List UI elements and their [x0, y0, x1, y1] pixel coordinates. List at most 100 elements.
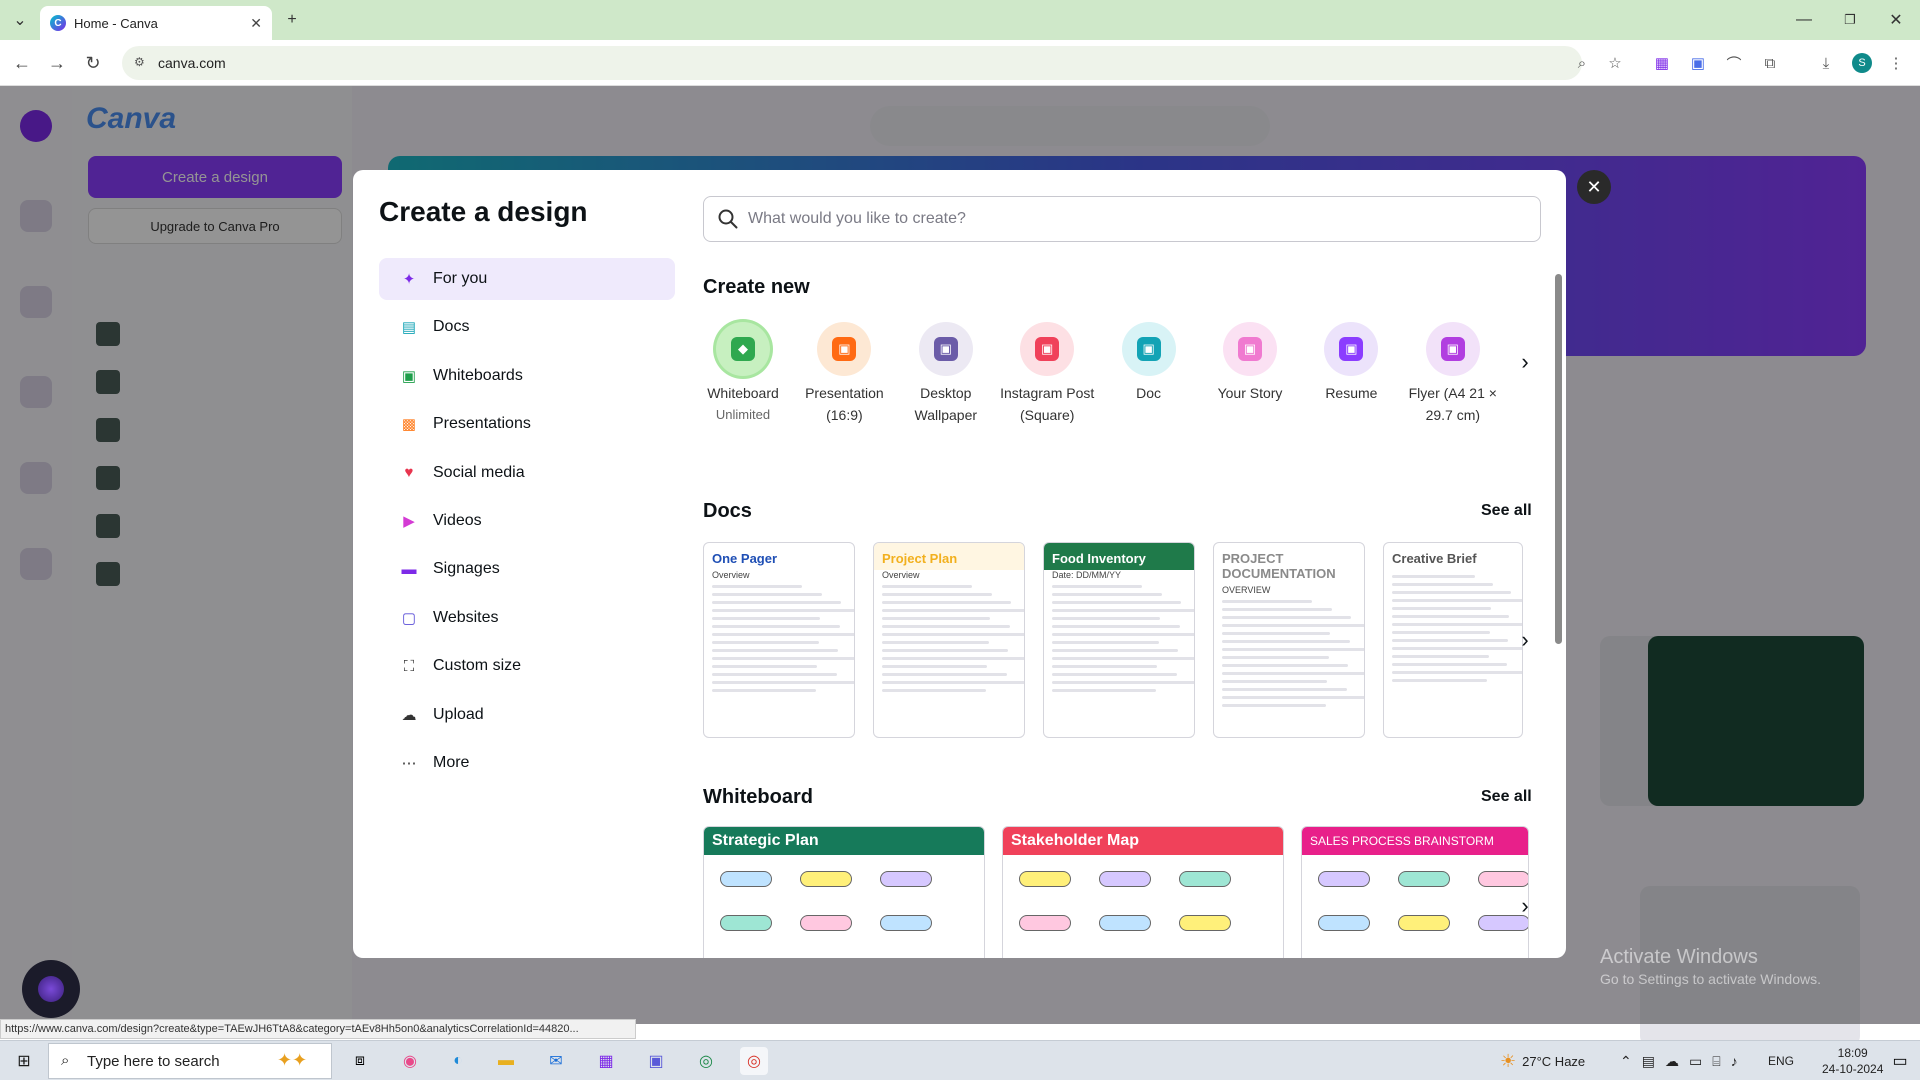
task-view-icon[interactable]: ⧈ [346, 1047, 374, 1075]
site-info-icon[interactable]: ⚙ [134, 55, 145, 69]
tray-device-icon[interactable]: ▭ [1689, 1053, 1702, 1070]
more-icon: ⋯ [401, 755, 417, 772]
chrome-icon[interactable]: ◎ [692, 1047, 720, 1075]
close-modal-button[interactable]: ✕ [1577, 170, 1611, 204]
extension-trello-icon[interactable]: ▦ [1650, 51, 1674, 75]
whiteboard-see-all-link[interactable]: See all [1481, 788, 1532, 806]
status-url-bubble: https://www.canva.com/design?create&type… [0, 1019, 636, 1039]
create-design-modal: Create a design ✦ For you ▤ Docs ▣ Whiteboard… [353, 170, 1566, 958]
extension-arc-icon[interactable]: ⌒ [1722, 51, 1746, 75]
whiteboard-template-card[interactable]: SALES PROCESS BRAINSTORM [1301, 826, 1529, 958]
reload-icon[interactable]: ↻ [81, 51, 105, 75]
mail-icon[interactable]: ✉ [542, 1047, 570, 1075]
category-docs[interactable]: ▤ Docs [379, 306, 675, 348]
restore-icon[interactable]: ❐ [1838, 8, 1862, 32]
create-new-item[interactable]: ▣ Flyer (A4 21 × 29.7 cm) [1403, 322, 1503, 426]
notifications-icon[interactable]: ▭ [1886, 1047, 1914, 1075]
watermark-line1: Activate Windows [1600, 946, 1758, 968]
doc-template-title: One Pager [712, 551, 778, 566]
taskbar-search-input[interactable]: ⌕ Type here to search ✦✦ [48, 1043, 332, 1079]
create-new-next-arrow-icon[interactable]: › [1511, 348, 1539, 376]
modal-title: Create a design [379, 196, 588, 227]
doc-template-title: PROJECT DOCUMENTATION [1222, 551, 1336, 581]
close-window-icon[interactable]: ✕ [1884, 8, 1908, 32]
chrome-active-icon[interactable]: ◎ [740, 1047, 768, 1075]
create-new-item[interactable]: ▣ Desktop Wallpaper [896, 322, 996, 426]
docs-see-all-link[interactable]: See all [1481, 502, 1532, 520]
back-icon[interactable]: ← [10, 51, 34, 75]
doc-template-card[interactable]: Project Plan Overview [873, 542, 1025, 738]
minimize-icon[interactable]: — [1792, 8, 1816, 32]
category-more[interactable]: ⋯ More [379, 742, 675, 784]
tray-app-icon[interactable]: ▤ [1642, 1053, 1655, 1070]
clock[interactable]: 18:09 24-10-2024 [1822, 1041, 1883, 1081]
clock-time: 18:09 [1837, 1046, 1868, 1060]
zoom-icon[interactable]: ⌕ [1570, 51, 1594, 75]
category-upload[interactable]: ☁ Upload [379, 694, 675, 736]
download-icon[interactable]: ⤓ [1814, 51, 1838, 75]
extension-doc-icon[interactable]: ▣ [1686, 51, 1710, 75]
url-omnibox[interactable]: ⚙ canva.com [122, 46, 1582, 80]
copilot-app-icon[interactable]: ◉ [396, 1047, 424, 1075]
create-new-item[interactable]: ▣ Instagram Post (Square) [997, 322, 1097, 426]
category-presentations[interactable]: ▩ Presentations [379, 403, 675, 445]
heart-icon: ♥ [404, 464, 414, 482]
new-tab-icon[interactable]: + [280, 8, 304, 32]
create-new-item[interactable]: ▣ Doc [1099, 322, 1199, 404]
modal-scrollbar[interactable] [1555, 274, 1562, 644]
browser-tab-bar: ⌄ C Home - Canva ✕ + — ❐ ✕ [0, 0, 1920, 40]
extensions-puzzle-icon[interactable]: ⧉ [1758, 51, 1782, 75]
category-for-you[interactable]: ✦ For you [379, 258, 675, 300]
category-videos[interactable]: ▶ Videos [379, 500, 675, 542]
create-new-label: Flyer (A4 21 × 29.7 cm) [1408, 385, 1497, 423]
tab-close-icon[interactable]: ✕ [250, 15, 262, 32]
windows-start-icon[interactable]: ⊞ [10, 1047, 38, 1075]
bookmark-star-icon[interactable]: ☆ [1603, 51, 1627, 75]
docs-next-arrow-icon[interactable]: › [1511, 626, 1539, 654]
doc-template-card[interactable]: One Pager Overview [703, 542, 855, 738]
category-websites[interactable]: ▢ Websites [379, 597, 675, 639]
create-new-item[interactable]: ▣ Resume [1301, 322, 1401, 404]
category-label: Presentations [433, 415, 531, 433]
tray-chevron-icon[interactable]: ⌃ [1620, 1053, 1632, 1070]
system-tray: ⌃ ▤ ☁ ▭ ⌸ ♪ [1620, 1041, 1738, 1081]
create-new-item[interactable]: ◆ Whiteboard Unlimited [693, 322, 793, 426]
assistant-orb-icon[interactable] [22, 960, 80, 1018]
category-whiteboards[interactable]: ▣ Whiteboards [379, 355, 675, 397]
volume-icon[interactable]: ♪ [1731, 1053, 1738, 1069]
profile-avatar[interactable]: S [1850, 51, 1874, 75]
doc-template-card[interactable]: Food Inventory Date: DD/MM/YY [1043, 542, 1195, 738]
whiteboard-template-title: Strategic Plan [704, 827, 984, 855]
category-custom-size[interactable]: ⛶ Custom size [379, 645, 675, 687]
weather-widget[interactable]: ☀ 27°C Haze [1500, 1041, 1585, 1081]
create-new-item[interactable]: ▣ Your Story [1200, 322, 1300, 404]
category-social-media[interactable]: ♥ Social media [379, 452, 675, 494]
language-indicator[interactable]: ENG [1768, 1041, 1794, 1081]
windows-taskbar: ⊞ ⌕ Type here to search ✦✦ ⧈ ◉ ◐ ▬ ✉ ▦ ▣… [0, 1040, 1920, 1080]
doc-template-card[interactable]: Creative Brief [1383, 542, 1523, 738]
whiteboard-next-arrow-icon[interactable]: › [1511, 892, 1539, 920]
tab-title: Home - Canva [74, 15, 158, 31]
edge-icon[interactable]: ◐ [444, 1047, 472, 1075]
whiteboard-template-card[interactable]: Strategic Plan [703, 826, 985, 958]
create-new-item[interactable]: ▣ Presentation (16:9) [794, 322, 894, 426]
teams-icon[interactable]: ▣ [642, 1047, 670, 1075]
doc-template-sub: Date: DD/MM/YY [1052, 570, 1122, 580]
forward-icon[interactable]: → [45, 51, 69, 75]
file-explorer-icon[interactable]: ▬ [492, 1047, 520, 1075]
tab-search-icon[interactable]: ⌄ [8, 8, 32, 32]
category-label: Signages [433, 560, 500, 578]
browser-tab-home[interactable]: C Home - Canva ✕ [40, 6, 272, 40]
doc-template-card[interactable]: PROJECT DOCUMENTATION OVERVIEW [1213, 542, 1365, 738]
taskbar-trello-icon[interactable]: ▦ [592, 1047, 620, 1075]
category-signages[interactable]: ▬ Signages [379, 548, 675, 590]
profile-initial: S [1852, 53, 1872, 73]
category-label: Videos [433, 512, 482, 529]
design-search-input[interactable]: What would you like to create? [703, 196, 1541, 242]
browser-menu-icon[interactable]: ⋮ [1884, 51, 1908, 75]
clock-date: 24-10-2024 [1822, 1062, 1884, 1076]
onedrive-icon[interactable]: ☁ [1665, 1053, 1679, 1070]
network-icon[interactable]: ⌸ [1712, 1053, 1720, 1070]
whiteboard-template-title: Stakeholder Map [1003, 827, 1283, 855]
whiteboard-template-card[interactable]: Stakeholder Map [1002, 826, 1284, 958]
